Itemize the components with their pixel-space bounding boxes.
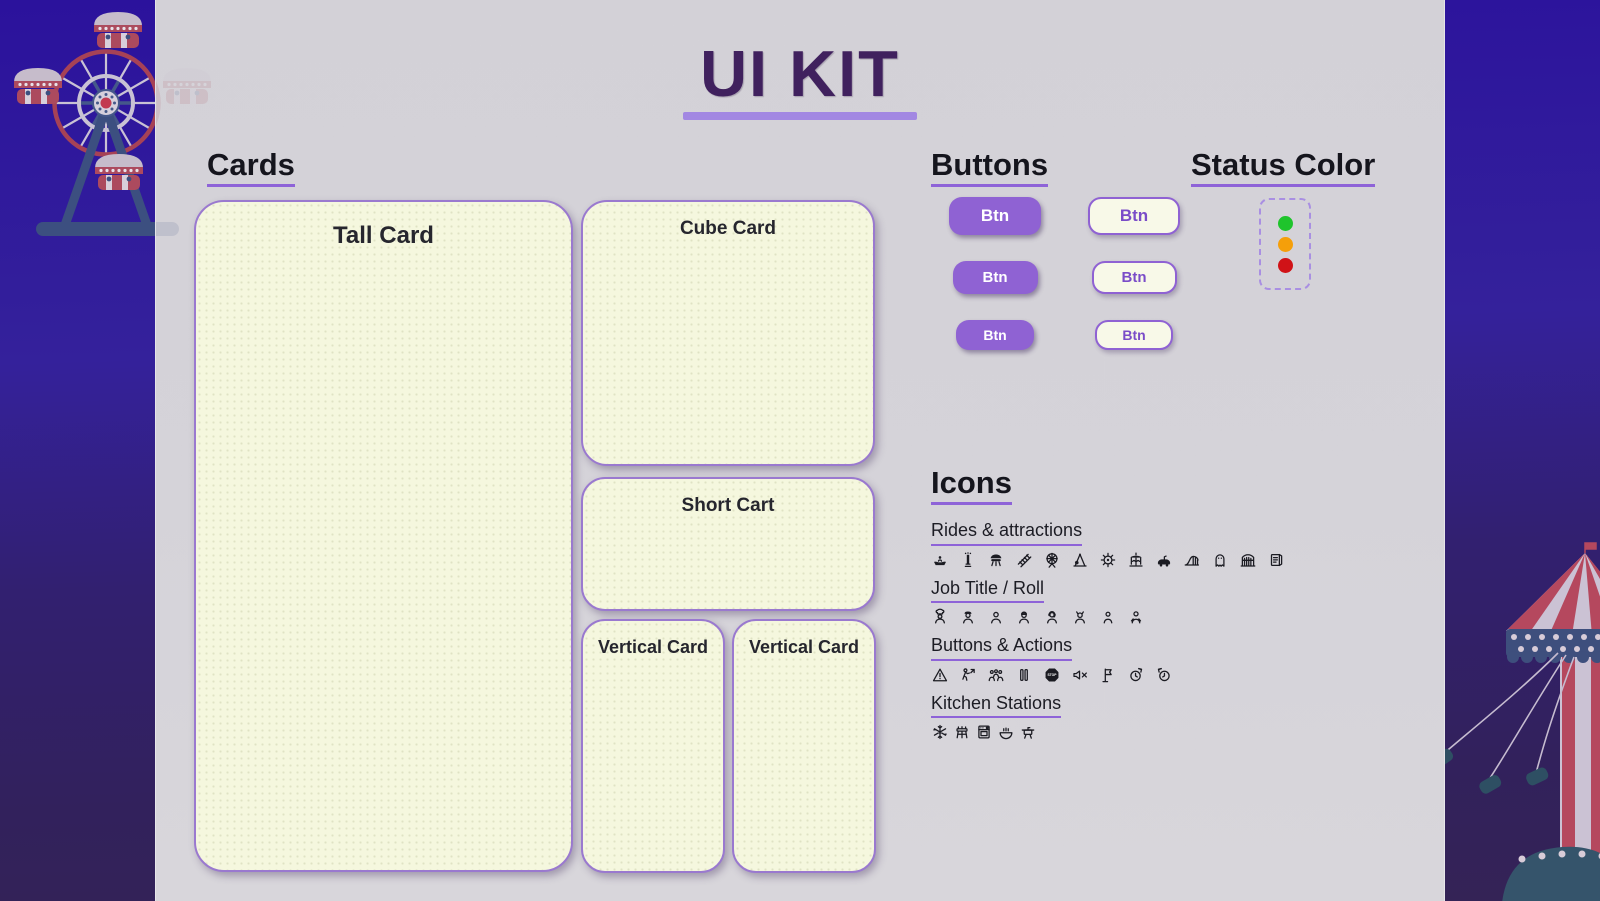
roller-coaster-icon [1183,551,1201,569]
water-ride-icon [931,551,949,569]
icon-group-label-kitchen: Kitchen Stations [931,693,1061,719]
icon-row-actions: STOP [931,666,1331,684]
vertical-card-2-title: Vertical Card [734,637,874,658]
page-title-block: UI KIT [156,40,1444,120]
carousel-top-icon [987,551,1005,569]
pause-icon [1015,666,1033,684]
mascot-icon [1071,608,1089,626]
page-title: UI KIT [156,40,1444,108]
observation-tower-icon [959,551,977,569]
status-color-swatch-box [1259,198,1311,290]
filled-button-large[interactable]: Btn [949,197,1041,235]
staff-icon [1099,608,1117,626]
railway-track-icon [1015,551,1033,569]
icons-heading: Icons [931,466,1012,505]
title-underline [683,112,917,120]
outline-button-large[interactable]: Btn [1088,197,1180,235]
content-panel: UI KIT Cards Tall Card Cube Card Short C… [155,0,1445,901]
vertical-card-2: Vertical Card [732,619,876,873]
status-section-header: Status Color [1191,148,1375,187]
fry-station-icon [1019,723,1037,741]
chef-icon [931,608,949,626]
short-card: Short Cart [581,477,875,611]
cube-card: Cube Card [581,200,875,466]
ui-kit-page: { "title": { "text": "UI KIT" }, "colors… [0,0,1600,901]
cards-section-header: Cards [207,148,295,187]
tall-card: Tall Card [194,200,573,872]
ship-wheel-icon [1099,551,1117,569]
ghost-icon [1211,551,1229,569]
buttons-heading: Buttons [931,148,1048,187]
merry-go-round-icon [1127,551,1145,569]
quiet-icon [1071,666,1089,684]
filled-button-small[interactable]: Btn [956,320,1034,350]
guest-flow-icon [959,666,977,684]
crowd-icon [987,666,1005,684]
icon-row-rides [931,551,1331,569]
short-card-title: Short Cart [583,495,873,517]
icon-row-jobs [931,608,1331,626]
icons-section-header: Icons [931,466,1012,505]
icon-group-label-rides: Rides & attractions [931,520,1082,546]
grill-icon [953,723,971,741]
status-dot-green [1278,216,1293,231]
bumper-car-icon [1155,551,1173,569]
cube-card-title: Cube Card [583,218,873,240]
clock-back-icon [1155,666,1173,684]
icon-group-label-jobs: Job Title / Roll [931,578,1044,604]
ride-lever-icon [1099,666,1117,684]
filled-button-medium[interactable]: Btn [953,261,1038,294]
host-icon [1127,608,1145,626]
outline-buttons-column: Btn Btn Btn [1088,197,1180,350]
vertical-card-1-title: Vertical Card [583,637,723,658]
buttons-section-header: Buttons [931,148,1048,187]
warning-icon [931,666,949,684]
stop-sign-icon: STOP [1043,666,1061,684]
attendant-icon [987,608,1005,626]
security-guard-icon [959,608,977,626]
status-color-heading: Status Color [1191,148,1375,187]
tall-card-title: Tall Card [196,222,571,250]
mechanic-icon [1015,608,1033,626]
ferris-wheel-icon [1043,551,1061,569]
status-dot-red [1278,258,1293,273]
ticket-sign-icon [1267,551,1285,569]
cards-heading: Cards [207,148,295,187]
svg-text:STOP: STOP [1048,673,1058,677]
freezer-icon [931,723,949,741]
vertical-card-1: Vertical Card [581,619,725,873]
icon-row-kitchen [931,723,1331,741]
clock-forward-icon [1127,666,1145,684]
operator-headset-icon [1043,608,1061,626]
steam-bowl-icon [997,723,1015,741]
outline-button-small[interactable]: Btn [1095,320,1173,350]
icons-gallery: Rides & attractions Job Title / Roll But… [931,520,1331,750]
outline-button-medium[interactable]: Btn [1092,261,1177,294]
park-gate-icon [1239,551,1257,569]
icon-group-label-actions: Buttons & Actions [931,635,1072,661]
oven-icon [975,723,993,741]
filled-buttons-column: Btn Btn Btn [949,197,1041,350]
pendulum-ride-icon [1071,551,1089,569]
status-dot-orange [1278,237,1293,252]
